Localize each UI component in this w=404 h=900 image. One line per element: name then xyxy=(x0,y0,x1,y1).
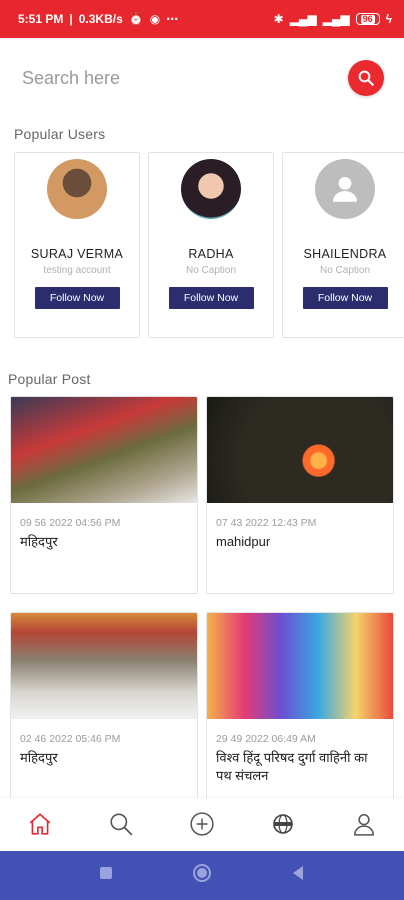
home-icon xyxy=(30,813,51,835)
post-title: mahidpur xyxy=(216,534,271,549)
avatar[interactable] xyxy=(47,159,107,219)
post-date: 09 56 2022 04:56 PM xyxy=(20,517,121,529)
charging-icon: ϟ xyxy=(385,12,392,26)
back-triangle-icon xyxy=(292,866,303,880)
post-date: 29 49 2022 06:49 AM xyxy=(216,733,316,745)
user-card[interactable]: SHAILENDRA No Caption Follow Now xyxy=(282,152,404,338)
post-image[interactable] xyxy=(11,613,197,719)
search-input[interactable] xyxy=(20,66,348,90)
globe-icon xyxy=(272,814,293,834)
back-button[interactable] xyxy=(291,865,305,886)
post-card[interactable]: 09 56 2022 04:56 PM महिदपुर xyxy=(10,396,198,594)
status-time: 5:51 PM xyxy=(18,12,64,26)
avatar[interactable] xyxy=(315,159,375,219)
nav-profile[interactable] xyxy=(344,804,384,844)
follow-button[interactable]: Follow Now xyxy=(302,287,388,309)
search-icon xyxy=(110,813,133,836)
popular-post-title: Popular Post xyxy=(8,371,91,387)
more-icon: ⋯ xyxy=(166,12,179,26)
signal-icon-2: ▂▄▆ xyxy=(322,12,350,26)
post-card[interactable]: 02 46 2022 05:46 PM महिदपुर xyxy=(10,612,198,810)
user-name: RADHA xyxy=(188,247,234,261)
search-icon xyxy=(358,70,374,86)
popular-users-title: Popular Users xyxy=(14,126,106,142)
popular-users-list: SURAJ VERMA testing account Follow Now R… xyxy=(14,152,404,340)
default-user-icon xyxy=(332,176,358,202)
post-date: 07 43 2022 12:43 PM xyxy=(216,517,317,529)
nav-web[interactable] xyxy=(263,804,303,844)
post-card[interactable]: 07 43 2022 12:43 PM mahidpur xyxy=(206,396,394,594)
post-title: महिदपुर xyxy=(20,534,58,549)
recents-button[interactable] xyxy=(99,866,113,885)
nav-home[interactable] xyxy=(20,804,60,844)
profile-icon xyxy=(353,814,374,836)
post-title: महिदपुर xyxy=(20,750,58,765)
follow-button[interactable]: Follow Now xyxy=(168,287,254,309)
add-icon xyxy=(190,812,214,836)
user-name: SURAJ VERMA xyxy=(30,247,124,261)
post-image[interactable] xyxy=(207,613,393,719)
square-icon xyxy=(100,867,113,879)
search-button[interactable] xyxy=(348,60,384,96)
circle-icon xyxy=(192,864,211,882)
alarm-icon: ⏰ xyxy=(128,12,144,26)
status-bar: 5:51 PM | 0.3KB/s ⏰ ◉ ⋯ ✱ ▂▄▆ ▂▄▆ 96 ϟ xyxy=(0,0,404,38)
user-caption: testing account xyxy=(43,265,111,276)
bottom-nav xyxy=(0,798,404,850)
network-speed: 0.3KB/s xyxy=(78,12,123,26)
nav-add[interactable] xyxy=(182,804,222,844)
user-caption: No Caption xyxy=(185,265,237,276)
app-notification-icon: ◉ xyxy=(149,12,161,26)
post-title: विश्व हिंदू परिषद दुर्गा वाहिनी का पथ सं… xyxy=(216,750,368,783)
follow-button[interactable]: Follow Now xyxy=(34,287,120,309)
nav-search[interactable] xyxy=(101,804,141,844)
user-card[interactable]: RADHA No Caption Follow Now xyxy=(148,152,274,338)
user-caption: No Caption xyxy=(319,265,371,276)
home-system-button[interactable] xyxy=(192,863,212,888)
post-date: 02 46 2022 05:46 PM xyxy=(20,733,121,745)
post-image[interactable] xyxy=(11,397,197,503)
post-image[interactable] xyxy=(207,397,393,503)
search-bar xyxy=(0,38,404,118)
post-card[interactable]: 29 49 2022 06:49 AM विश्व हिंदू परिषद दु… xyxy=(206,612,394,810)
signal-icon: ▂▄▆ xyxy=(289,12,317,26)
avatar[interactable] xyxy=(181,159,241,219)
battery-icon: 96 xyxy=(355,13,380,25)
bluetooth-icon: ✱ xyxy=(273,12,284,26)
popular-post-grid: 09 56 2022 04:56 PM महिदपुर 07 43 2022 1… xyxy=(10,396,396,810)
user-name: SHAILENDRA xyxy=(303,247,387,261)
user-card[interactable]: SURAJ VERMA testing account Follow Now xyxy=(14,152,140,338)
system-nav-bar xyxy=(0,851,404,900)
